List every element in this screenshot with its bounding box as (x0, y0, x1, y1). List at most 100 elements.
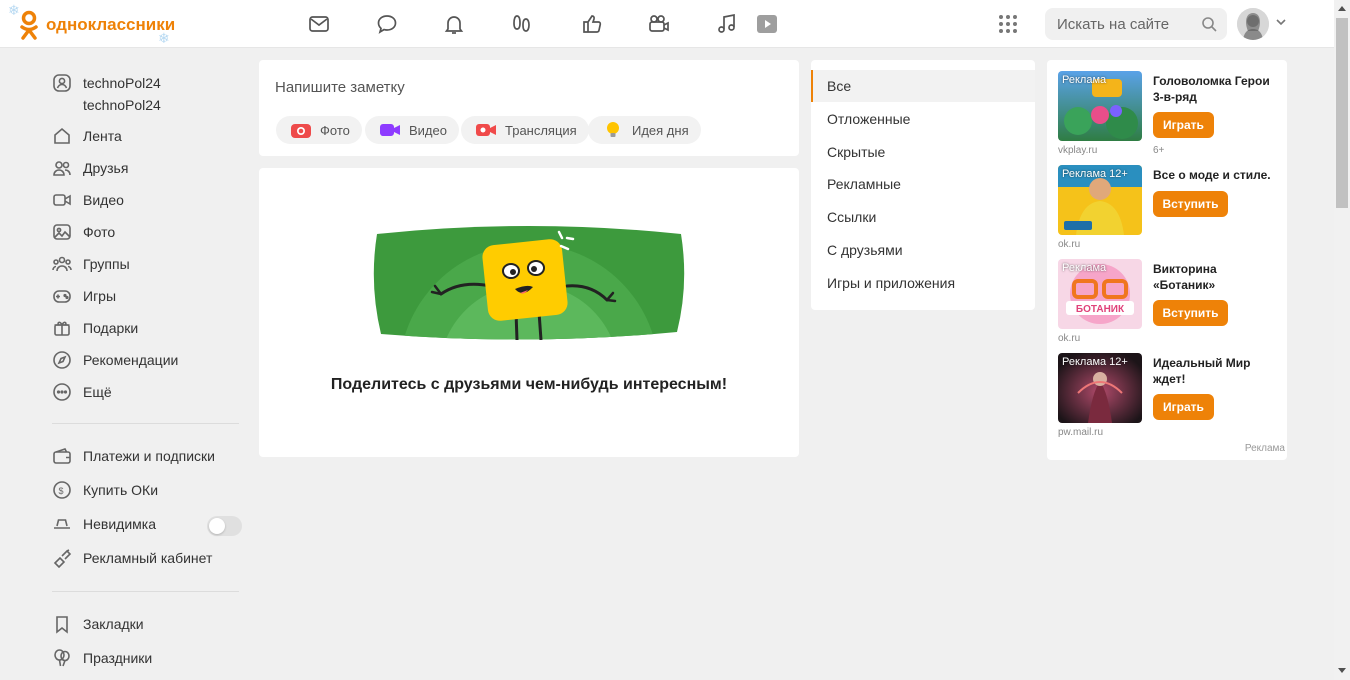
empty-feed-message: Поделитесь с друзьями чем-нибудь интерес… (330, 376, 728, 393)
ad-badge: Реклама (1062, 262, 1107, 274)
top-header: ❄ ❄ одноклассники Искать на сайте (0, 0, 1334, 48)
ad-join-button[interactable]: Вступить (1153, 191, 1228, 217)
discussions-icon[interactable] (375, 12, 399, 36)
ad-join-button[interactable]: Вступить (1153, 300, 1228, 326)
friends-icon (52, 158, 72, 178)
ad-source: ok.ru (1058, 333, 1081, 344)
sidebar-item-friends[interactable]: Друзья (52, 157, 128, 179)
filter-ads[interactable]: Рекламные (811, 168, 1035, 200)
sidebar-item-payments[interactable]: Платежи и подписки (52, 445, 215, 467)
sidebar-item-label: Фото (83, 224, 116, 240)
sidebar-item-video[interactable]: Видео (52, 189, 124, 211)
music-icon[interactable] (715, 12, 739, 36)
sidebar-item-label: Купить ОКи (83, 482, 159, 498)
page-scrollbar[interactable] (1334, 0, 1350, 680)
coin-icon: $ (52, 480, 72, 500)
invisible-toggle[interactable] (207, 516, 242, 536)
filter-postponed[interactable]: Отложенные (811, 103, 1035, 135)
sidebar-item-label: Ещё (83, 384, 112, 400)
sidebar-profile[interactable]: technoPol24 (52, 72, 161, 94)
guests-icon[interactable] (510, 12, 534, 36)
sidebar-item-label: Друзья (83, 160, 129, 176)
filter-hidden[interactable]: Скрытые (811, 136, 1035, 168)
sidebar-item-holidays[interactable]: Праздники (52, 647, 152, 669)
filter-games-apps[interactable]: Игры и приложения (811, 267, 1035, 299)
feed-icon (52, 126, 72, 146)
composer-photo-button[interactable]: Фото (276, 116, 362, 144)
sidebar-item-photo[interactable]: Фото (52, 221, 115, 243)
messages-icon[interactable] (307, 12, 331, 36)
chip-label: Идея дня (632, 122, 689, 138)
ad-title[interactable]: Идеальный Мир ждет! (1153, 355, 1279, 387)
composer-placeholder: Напишите заметку (275, 79, 405, 96)
chip-label: Фото (320, 122, 350, 138)
sidebar-item-bookmarks[interactable]: Закладки (52, 613, 144, 635)
svg-text:БОТАНИК: БОТАНИК (1076, 304, 1125, 315)
avatar[interactable] (1237, 8, 1269, 40)
site-logo[interactable]: ❄ ❄ одноклассники (8, 2, 198, 46)
ad-image[interactable]: Реклама (1058, 71, 1142, 141)
sidebar-item-label: Группы (83, 256, 130, 272)
games-icon (52, 286, 72, 306)
lightbulb-icon (607, 122, 619, 137)
filter-all[interactable]: Все (811, 70, 1035, 102)
search-input[interactable]: Искать на сайте (1045, 8, 1227, 40)
ad-play-button[interactable]: Играть (1153, 394, 1214, 420)
ad-play-button[interactable]: Играть (1153, 112, 1214, 138)
ad-image[interactable]: БОТАНИК Реклама (1058, 259, 1142, 329)
note-composer[interactable]: Напишите заметку Фото Видео Трансляция И… (259, 60, 799, 156)
ad-image[interactable]: Реклама 12+ (1058, 165, 1142, 235)
scroll-thumb[interactable] (1336, 18, 1348, 208)
likes-icon[interactable] (580, 12, 604, 36)
chip-label: Видео (409, 122, 447, 138)
ad-badge: Реклама 12+ (1062, 168, 1128, 180)
sidebar-item-buy-ok[interactable]: $ Купить ОКи (52, 479, 158, 501)
sidebar-item-label: Подарки (83, 320, 139, 336)
video-icon[interactable] (647, 12, 671, 36)
sidebar-item-label: Платежи и подписки (83, 448, 215, 464)
notifications-icon[interactable] (442, 12, 466, 36)
sidebar-item-label: Лента (83, 128, 122, 144)
ad-source: vkplay.ru (1058, 145, 1098, 156)
feed-filters: Все Отложенные Скрытые Рекламные Ссылки … (811, 60, 1035, 310)
sidebar-item-more[interactable]: Ещё (52, 381, 112, 403)
ad-age-rating: 6+ (1153, 145, 1165, 156)
ad-image[interactable]: Реклама 12+ (1058, 353, 1142, 423)
filter-with-friends[interactable]: С друзьями (811, 234, 1035, 266)
sidebar-item-label: Невидимка (83, 516, 156, 532)
sidebar-item-games[interactable]: Игры (52, 285, 116, 307)
video-icon (52, 190, 72, 210)
sidebar-item-feed[interactable]: Лента (52, 125, 122, 147)
invisible-icon (52, 514, 72, 534)
sidebar-divider (52, 423, 239, 424)
composer-video-button[interactable]: Видео (365, 116, 459, 144)
gifts-icon (52, 318, 72, 338)
profile-login: technoPol24 (83, 97, 161, 113)
ad-title[interactable]: Все о моде и стиле. (1153, 167, 1279, 183)
sidebar-item-ad-cabinet[interactable]: Рекламный кабинет (52, 547, 212, 569)
search-icon[interactable] (1201, 16, 1217, 32)
video-play-icon[interactable] (755, 12, 779, 36)
empty-feed-card: Поделитесь с друзьями чем-нибудь интерес… (259, 168, 799, 457)
ad-badge: Реклама 12+ (1062, 356, 1128, 368)
scroll-down-arrow[interactable] (1338, 668, 1346, 673)
sidebar-item-label: Рекламный кабинет (83, 550, 213, 566)
composer-broadcast-button[interactable]: Трансляция (461, 116, 589, 144)
sidebar-item-label: Рекомендации (83, 352, 179, 368)
megaphone-icon (52, 548, 72, 569)
chevron-down-icon[interactable] (1275, 16, 1287, 28)
sidebar-item-label: Закладки (83, 616, 144, 632)
composer-idea-button[interactable]: Идея дня (588, 116, 701, 144)
sidebar-item-gifts[interactable]: Подарки (52, 317, 138, 339)
svg-text:$: $ (59, 486, 64, 496)
scroll-up-arrow[interactable] (1338, 6, 1346, 11)
apps-grid-icon[interactable] (998, 14, 1018, 34)
filter-links[interactable]: Ссылки (811, 201, 1035, 233)
ads-footer-label: Реклама (1244, 443, 1285, 454)
ad-title[interactable]: Викторина «Ботаник» (1153, 261, 1279, 293)
ad-title[interactable]: Головоломка Герои 3-в-ряд (1153, 73, 1279, 105)
sidebar-item-groups[interactable]: Группы (52, 253, 130, 275)
sidebar-item-recommendations[interactable]: Рекомендации (52, 349, 178, 371)
chip-label: Трансляция (505, 122, 577, 138)
ads-panel: Реклама Головоломка Герои 3-в-ряд Играть… (1047, 60, 1287, 460)
